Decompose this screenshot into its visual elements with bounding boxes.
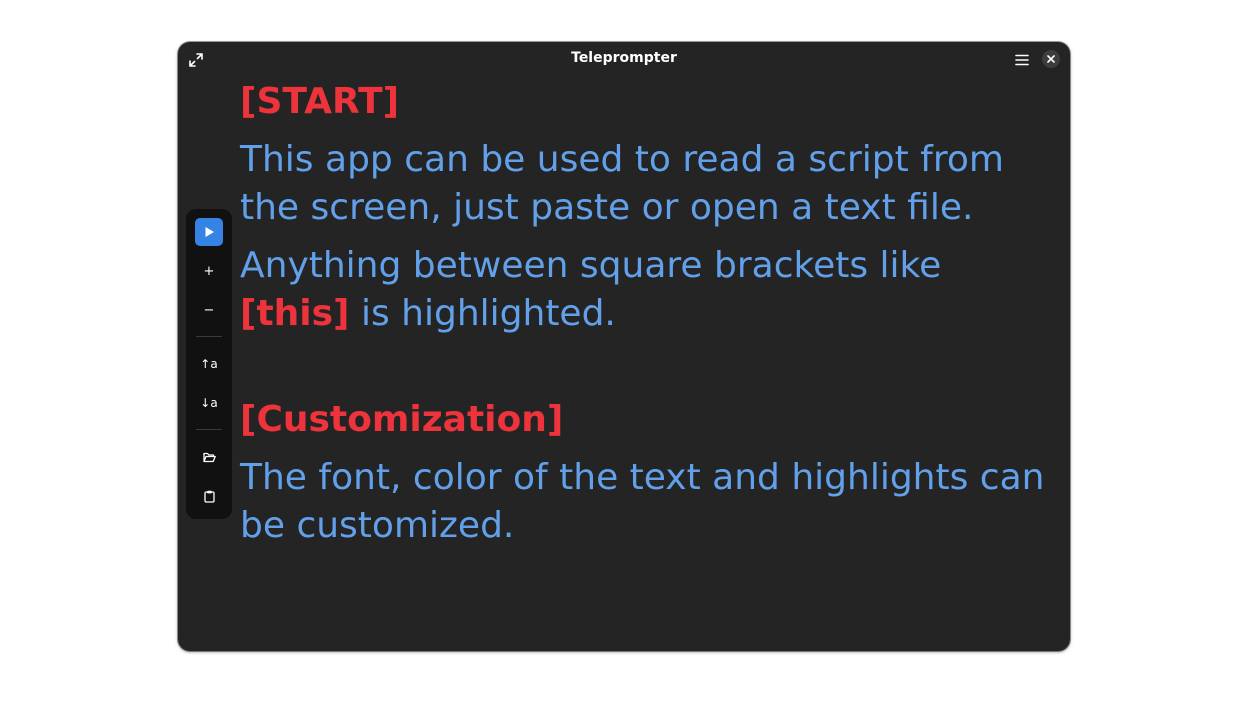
speed-up-button[interactable]: ↑a <box>195 350 223 378</box>
decrease-font-button[interactable]: − <box>195 296 223 324</box>
script-text-view[interactable]: [START] This app can be used to read a s… <box>240 78 1060 550</box>
minus-icon: − <box>203 302 215 318</box>
speed-down-button[interactable]: ↓a <box>195 389 223 417</box>
window-title: Teleprompter <box>571 50 677 66</box>
plus-icon: + <box>203 263 215 279</box>
toolbar-separator <box>196 336 222 337</box>
script-text: is highlighted. <box>349 293 616 334</box>
close-button[interactable] <box>1042 50 1060 68</box>
hamburger-menu-icon <box>1015 54 1029 66</box>
folder-open-icon <box>202 452 216 462</box>
play-icon <box>205 227 214 237</box>
script-heading-start: [START] <box>240 81 400 122</box>
speed-up-icon: ↑a <box>200 357 218 371</box>
script-highlight: [this] <box>240 293 350 334</box>
script-text: Anything between square brackets like <box>240 245 942 286</box>
open-file-button[interactable] <box>195 443 223 471</box>
main-menu-button[interactable] <box>1012 50 1032 70</box>
script-paragraph: Anything between square brackets like [t… <box>240 242 1060 338</box>
toolbar-separator <box>196 429 222 430</box>
header-bar: Teleprompter <box>178 42 1070 76</box>
side-toolbar: + − ↑a ↓a <box>186 209 232 519</box>
script-heading-customization: [Customization] <box>240 399 564 440</box>
teleprompter-window: Teleprompter + − ↑a ↓a [START] This app … <box>178 42 1070 651</box>
close-icon <box>1047 55 1055 63</box>
script-paragraph: The font, color of the text and highligh… <box>240 457 1045 546</box>
clipboard-icon <box>203 490 215 503</box>
increase-font-button[interactable]: + <box>195 257 223 285</box>
paste-button[interactable] <box>195 482 223 510</box>
speed-down-icon: ↓a <box>200 396 218 410</box>
script-paragraph: This app can be used to read a script fr… <box>240 139 1004 228</box>
play-button[interactable] <box>195 218 223 246</box>
